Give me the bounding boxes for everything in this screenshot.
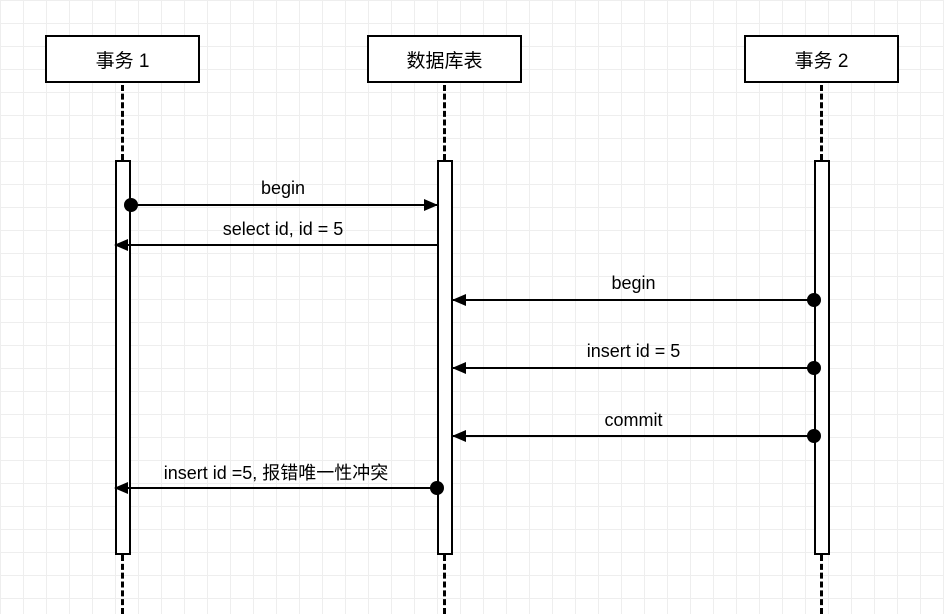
lifeline-db-bottom: [443, 555, 446, 614]
message-origin-dot-icon: [430, 481, 444, 495]
lifeline-db: [443, 85, 446, 160]
participant-label: 事务 1: [96, 46, 150, 73]
participant-label: 事务 2: [795, 46, 849, 73]
message-origin-dot-icon: [807, 293, 821, 307]
message-origin-dot-icon: [807, 429, 821, 443]
message-arrow: [115, 487, 437, 489]
message-label: commit: [453, 410, 814, 431]
message-origin-dot-icon: [807, 361, 821, 375]
participant-tx2: 事务 2: [744, 35, 899, 83]
message-arrow: [115, 244, 437, 246]
activation-tx2: [814, 160, 830, 555]
participant-db: 数据库表: [367, 35, 522, 83]
message-label: begin: [130, 178, 436, 199]
message-label: select id, id = 5: [130, 219, 436, 240]
message-origin-dot-icon: [124, 198, 138, 212]
message-label: insert id =5, 报错唯一性冲突: [115, 459, 437, 485]
message-arrow: [453, 435, 814, 437]
message-arrow: [453, 299, 814, 301]
activation-db: [437, 160, 453, 555]
lifeline-tx1-bottom: [121, 555, 124, 614]
activation-tx1: [115, 160, 131, 555]
lifeline-tx2-bottom: [820, 555, 823, 614]
message-arrow: [453, 367, 814, 369]
lifeline-tx1: [121, 85, 124, 160]
participant-label: 数据库表: [406, 46, 482, 73]
message-arrow: [131, 204, 437, 206]
message-label: insert id = 5: [453, 341, 814, 362]
participant-tx1: 事务 1: [45, 35, 200, 83]
message-label: begin: [453, 273, 814, 294]
lifeline-tx2: [820, 85, 823, 160]
sequence-diagram: 事务 1 数据库表 事务 2 begin select id, id = 5 b…: [0, 0, 944, 614]
